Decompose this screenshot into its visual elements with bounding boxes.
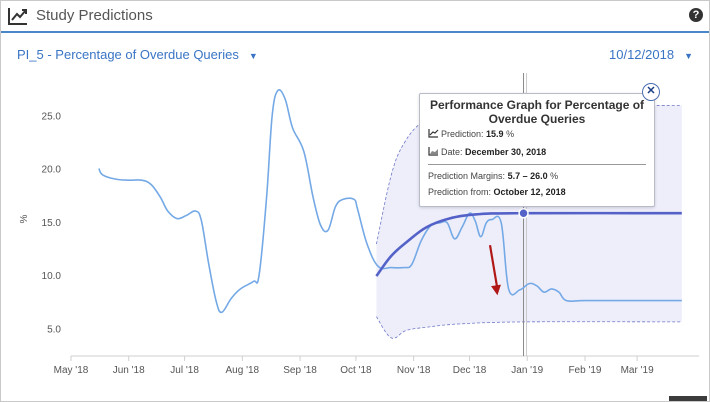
y-axis-label: % [19, 214, 30, 223]
tooltip-margins-row: Prediction Margins: 5.7 – 26.0 % [428, 171, 558, 181]
x-tick-label: Nov '18 [397, 365, 431, 376]
prediction-label: Prediction: [441, 129, 484, 139]
margins-value: 5.7 – 26.0 [507, 171, 548, 181]
panel-header: Study Predictions ? [1, 1, 709, 33]
y-tick-label: 25.0 [42, 111, 62, 122]
tooltip-divider [428, 164, 646, 165]
prediction-unit: % [506, 129, 515, 139]
prediction-tooltip: Performance Graph for Percentage of Over… [419, 93, 655, 207]
date-label-text: Date: [441, 147, 463, 157]
x-tick-label: Jun '18 [113, 365, 145, 376]
y-tick-label: 5.0 [47, 324, 61, 335]
x-tick-label: Jan '19 [511, 365, 543, 376]
close-icon[interactable]: ✕ [642, 83, 660, 101]
margins-unit: % [550, 171, 559, 181]
y-tick-label: 20.0 [42, 165, 62, 176]
y-tick-label: 10.0 [42, 271, 62, 282]
resize-handle[interactable] [669, 396, 707, 401]
trend-chart-icon [8, 8, 27, 25]
question-circle-icon[interactable]: ? [689, 8, 703, 22]
prediction-value: 15.9 [486, 129, 504, 139]
highlighted-point[interactable] [518, 207, 529, 219]
chevron-down-icon: ▼ [684, 51, 693, 61]
study-predictions-panel: Study Predictions ? PI_5 - Percentage of… [0, 0, 710, 402]
metric-label: PI_5 - Percentage of Overdue Queries [17, 47, 239, 62]
from-label: Prediction from: [428, 187, 492, 197]
x-tick-label: Sep '18 [283, 365, 317, 376]
area-chart-icon [428, 147, 438, 156]
date-value: December 30, 2018 [465, 147, 547, 157]
x-tick-label: May '18 [54, 365, 89, 376]
y-tick-label: 15.0 [42, 218, 62, 229]
date-dropdown[interactable]: 10/12/2018 ▼ [609, 47, 693, 62]
date-label: 10/12/2018 [609, 47, 675, 62]
x-tick-label: Feb '19 [568, 365, 601, 376]
margins-label: Prediction Margins: [428, 171, 506, 181]
x-tick-label: Dec '18 [453, 365, 487, 376]
x-tick-label: Jul '18 [170, 365, 199, 376]
chevron-down-icon: ▼ [248, 51, 258, 61]
tooltip-prediction-row: Prediction: 15.9 % [428, 128, 514, 139]
x-tick-label: Mar '19 [621, 365, 654, 376]
tooltip-from-row: Prediction from: October 12, 2018 [428, 187, 566, 197]
metric-dropdown[interactable]: PI_5 - Percentage of Overdue Queries ▼ [17, 47, 258, 62]
trend-up-icon [428, 129, 439, 138]
x-tick-label: Aug '18 [226, 365, 260, 376]
tooltip-date-row: Date: December 30, 2018 [428, 146, 546, 157]
tooltip-title: Performance Graph for Percentage of Over… [429, 98, 645, 126]
from-value: October 12, 2018 [493, 187, 566, 197]
x-tick-label: Oct '18 [340, 365, 372, 376]
panel-title: Study Predictions [36, 7, 153, 24]
